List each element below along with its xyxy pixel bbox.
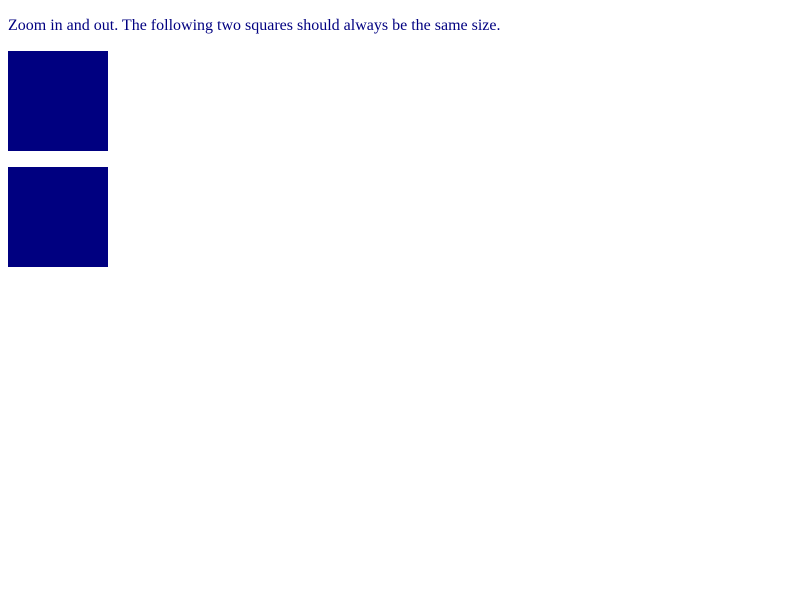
- instruction-text: Zoom in and out. The following two squar…: [8, 17, 501, 34]
- square-second: [8, 167, 108, 267]
- square-first: [8, 51, 108, 151]
